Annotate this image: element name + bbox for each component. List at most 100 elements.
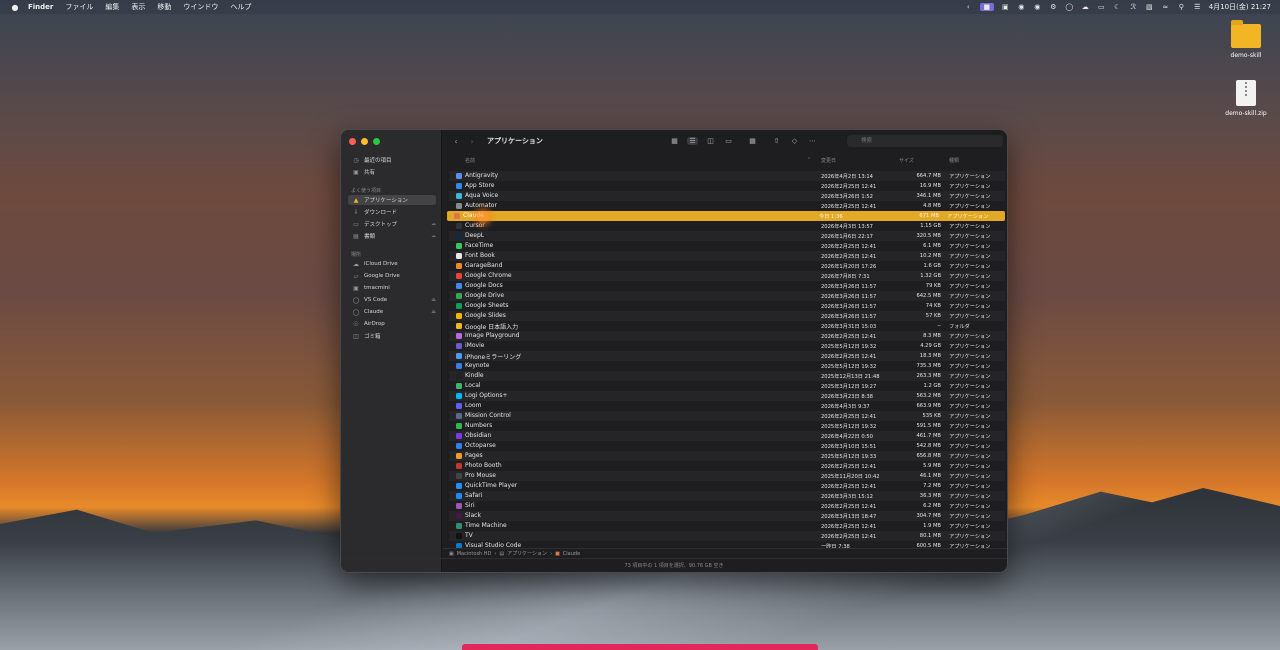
file-row[interactable]: Numbers 2025年5月12日 19:32 591.5 MB アプリケーション <box>449 421 1005 431</box>
file-row[interactable]: Font Book 2026年2月25日 12:41 10.2 MB アプリケーション <box>449 251 1005 261</box>
file-row[interactable]: App Store 2026年2月25日 12:41 16.9 MB アプリケーション <box>449 181 1005 191</box>
path-segment[interactable]: Macintosh HD <box>457 551 492 557</box>
sidebar-item-google-drive[interactable]: ▱ Google Drive <box>352 271 436 281</box>
menu-go[interactable]: 移動 <box>157 2 171 12</box>
minimize-button[interactable] <box>361 138 368 145</box>
path-segment[interactable]: アプリケーション <box>507 550 547 557</box>
column-view-icon[interactable]: ◫ <box>705 137 716 145</box>
file-row[interactable]: Time Machine 2026年2月25日 12:41 1.9 MB アプリケーシ… <box>449 521 1005 531</box>
file-row[interactable]: Google Slides 2026年3月26日 11:57 57 KB アプリケーシ… <box>449 311 1005 321</box>
desktop-file-demo-skill-zip[interactable]: demo-skill.zip <box>1216 80 1276 117</box>
file-row[interactable]: Local 2025年3月12日 19:27 1.2 GB アプリケーション <box>449 381 1005 391</box>
sidebar-item-desktop[interactable]: ▭ デスクトップ ☁ <box>352 219 436 229</box>
desktop-folder-demo-skill[interactable]: demo-skill <box>1216 20 1276 59</box>
file-row[interactable]: Claude 今日 1:36 671 MB アプリケーション <box>447 211 1005 221</box>
file-row[interactable]: Google Chrome 2026年7月8日 7:31 1.32 GB アプリケーシ… <box>449 271 1005 281</box>
file-row[interactable]: FaceTime 2026年2月25日 12:41 6.1 MB アプリケーション <box>449 241 1005 251</box>
menu-window[interactable]: ウインドウ <box>183 2 218 12</box>
file-row[interactable]: Siri 2026年2月25日 12:41 6.2 MB アプリケーション <box>449 501 1005 511</box>
sidebar-item-trash[interactable]: ◫ ゴミ箱 <box>352 331 436 341</box>
bluetooth-icon[interactable]: ℛ <box>1129 3 1138 11</box>
menu-file[interactable]: ファイル <box>65 2 93 12</box>
path-segment[interactable]: Claude <box>563 551 580 557</box>
file-row[interactable]: Pages 2025年5月12日 19:33 656.8 MB アプリケーション <box>449 451 1005 461</box>
file-row[interactable]: Automator 2026年2月25日 12:41 4.8 MB アプリケーション <box>449 201 1005 211</box>
file-row[interactable]: iMovie 2025年5月12日 19:32 4.29 GB アプリケーション <box>449 341 1005 351</box>
input-method-icon[interactable]: ▧ <box>1145 3 1154 11</box>
file-row[interactable]: Slack 2026年3月13日 18:47 304.7 MB アプリケーション <box>449 511 1005 521</box>
sidebar-item-airdrop[interactable]: ☉ AirDrop <box>352 319 436 329</box>
file-row[interactable]: QuickTime Player 2026年2月25日 12:41 7.2 MB アプ… <box>449 481 1005 491</box>
screen-record-icon[interactable]: ■ <box>979 3 994 11</box>
eject-icon[interactable]: ⏏ <box>431 309 436 315</box>
file-row[interactable]: Keynote 2025年5月12日 19:32 735.3 MB アプリケーション <box>449 361 1005 371</box>
icon-view-icon[interactable]: ▦ <box>669 137 680 145</box>
column-date[interactable]: 変更日 <box>821 157 836 164</box>
gear-icon[interactable]: ⚙ <box>1049 3 1058 11</box>
clipboard-icon[interactable]: ▣ <box>1001 3 1010 11</box>
close-button[interactable] <box>349 138 356 145</box>
back-button[interactable]: ‹ <box>451 137 461 146</box>
chat-icon[interactable]: ◯ <box>1065 3 1074 11</box>
file-row[interactable]: Antigravity 2026年4月2日 13:14 664.7 MB アプリケーシ… <box>449 171 1005 181</box>
column-kind[interactable]: 種類 <box>949 157 959 164</box>
list-view-icon[interactable]: ☰ <box>687 137 698 145</box>
search-input[interactable] <box>847 135 1003 147</box>
sidebar-item-shared[interactable]: ▣ 共有 <box>352 167 436 177</box>
column-size[interactable]: サイズ <box>899 157 914 164</box>
group-by-icon[interactable]: ▦ <box>747 137 758 145</box>
forward-button[interactable]: › <box>467 137 477 146</box>
file-row[interactable]: iPhoneミラーリング 2026年2月25日 12:41 18.3 MB アプリケー… <box>449 351 1005 361</box>
file-row[interactable]: Pro Mouse 2025年11月20日 10:42 46.1 MB アプリケーショ… <box>449 471 1005 481</box>
sidebar-item-tmacmini[interactable]: ▣ tmacmini <box>352 283 436 293</box>
sidebar-item-recents[interactable]: ◷ 最近の項目 <box>352 155 436 165</box>
menu-edit[interactable]: 編集 <box>105 2 119 12</box>
file-row[interactable]: Aqua Voice 2026年3月26日 1:52 346.1 MB アプリケーショ… <box>449 191 1005 201</box>
moon-icon[interactable]: ☾ <box>1113 3 1122 11</box>
apple-menu-icon[interactable]: ● <box>10 3 20 12</box>
column-name[interactable]: 名前 <box>465 157 475 164</box>
file-row[interactable]: Photo Booth 2026年2月25日 12:41 5.9 MB アプリケーショ… <box>449 461 1005 471</box>
maximize-button[interactable] <box>373 138 380 145</box>
gallery-view-icon[interactable]: ▭ <box>723 137 734 145</box>
file-row[interactable]: Logi Options+ 2026年3月23日 8:38 563.2 MB アプリケ… <box>449 391 1005 401</box>
sidebar-item-documents[interactable]: ▤ 書類 ☁ <box>352 231 436 241</box>
file-row[interactable]: Google Drive 2026年3月26日 11:57 642.5 MB アプリケ… <box>449 291 1005 301</box>
sidebar-item-vs-code[interactable]: ◯ VS Code ⏏ <box>352 295 436 305</box>
file-row[interactable]: Mission Control 2026年2月25日 12:41 535 KB アプリ… <box>449 411 1005 421</box>
file-row[interactable]: Obsidian 2026年4月22日 0:50 461.7 MB アプリケーション <box>449 431 1005 441</box>
file-row[interactable]: Google Sheets 2026年3月26日 11:57 74 KB アプリケーシ… <box>449 301 1005 311</box>
file-row[interactable]: Cursor 2026年4月3日 13:57 1.15 GB アプリケーション <box>449 221 1005 231</box>
share-icon[interactable]: ⇧ <box>771 137 782 145</box>
sidebar-item-downloads[interactable]: ⇩ ダウンロード <box>352 207 436 217</box>
file-row[interactable]: Loom 2026年4月3日 9:37 663.9 MB アプリケーション <box>449 401 1005 411</box>
more-icon[interactable]: ⋯ <box>807 137 818 145</box>
sidebar-item-claude[interactable]: ◯ Claude ⏏ <box>352 307 436 317</box>
menu-view[interactable]: 表示 <box>131 2 145 12</box>
file-row[interactable]: Google 日本語入力 2026年3月31日 15:03 -- フォルダ <box>449 321 1005 331</box>
menu-app-name[interactable]: Finder <box>28 3 53 11</box>
chevron-right-icon: › <box>550 550 553 557</box>
menu-help[interactable]: ヘルプ <box>230 2 251 12</box>
wifi-icon[interactable]: ≈ <box>1161 3 1170 11</box>
file-row[interactable]: DeepL 2026年1月6日 22:17 320.5 MB アプリケーション <box>449 231 1005 241</box>
file-row[interactable]: GarageBand 2026年1月20日 17:26 1.6 GB アプリケーション <box>449 261 1005 271</box>
file-row[interactable]: Google Docs 2026年3月26日 11:57 79 KB アプリケーション <box>449 281 1005 291</box>
tag-icon[interactable]: ◇ <box>789 137 800 145</box>
file-row[interactable]: Safari 2026年3月3日 15:12 36.3 MB アプリケーション <box>449 491 1005 501</box>
file-row[interactable]: Kindle 2025年12月13日 21:48 263.3 MB アプリケーション <box>449 371 1005 381</box>
chevron-left-icon[interactable]: ‹ <box>964 3 973 11</box>
file-row[interactable]: TV 2026年2月25日 12:41 80.1 MB アプリケーション <box>449 531 1005 541</box>
file-row[interactable]: Image Playground 2026年2月25日 12:41 8.3 MB アプ… <box>449 331 1005 341</box>
search-icon[interactable]: ⚲ <box>1177 3 1186 11</box>
control-center-icon[interactable]: ☰ <box>1193 3 1202 11</box>
cloud-icon[interactable]: ☁ <box>1081 3 1090 11</box>
sidebar-item-applications[interactable]: ▲ アプリケーション <box>348 195 436 205</box>
app-status-icon[interactable]: ◉ <box>1033 3 1042 11</box>
file-row[interactable]: Octoparse 2026年3月10日 15:51 542.8 MB アプリケーショ… <box>449 441 1005 451</box>
app-status-icon[interactable]: ◉ <box>1017 3 1026 11</box>
battery-icon[interactable]: ▭ <box>1097 3 1106 11</box>
eject-icon[interactable]: ⏏ <box>431 297 436 303</box>
sidebar-item-icloud-drive[interactable]: ☁ iCloud Drive <box>352 259 436 269</box>
menu-clock[interactable]: 4月10日(金) 21:27 <box>1209 2 1271 12</box>
